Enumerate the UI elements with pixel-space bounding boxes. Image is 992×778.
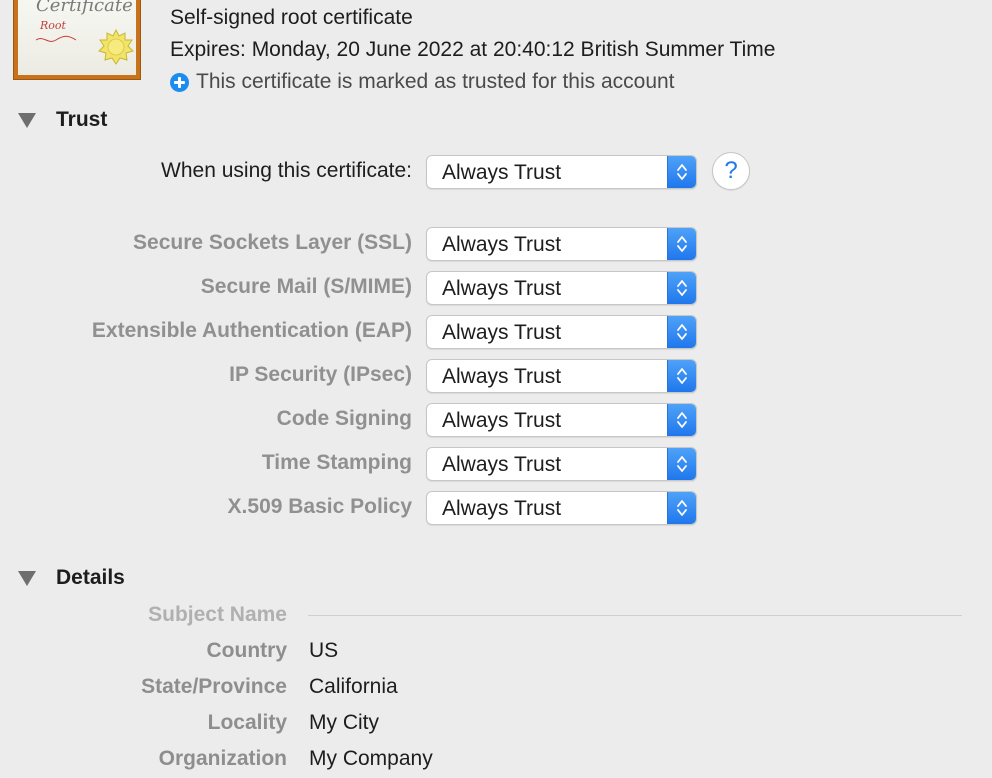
- code-signing-popup[interactable]: Always Trust: [426, 403, 697, 437]
- up-down-chevron-icon: [667, 228, 696, 260]
- certificate-title: Self-signed root certificate: [170, 6, 413, 29]
- up-down-chevron-icon: [667, 156, 696, 188]
- certificate-expiry: Expires: Monday, 20 June 2022 at 20:40:1…: [170, 38, 776, 61]
- up-down-chevron-icon: [667, 404, 696, 436]
- plus-circle-icon: [170, 72, 189, 92]
- subject-name-separator: [308, 615, 962, 616]
- popup-value: Always Trust: [442, 453, 562, 476]
- certificate-trust-panel: Certificate Root Self-signed root certif…: [0, 0, 992, 778]
- up-down-chevron-icon: [667, 316, 696, 348]
- eap-label: Extensible Authentication (EAP): [91, 319, 412, 342]
- smime-popup[interactable]: Always Trust: [426, 271, 697, 305]
- ssl-popup[interactable]: Always Trust: [426, 227, 697, 261]
- ssl-label: Secure Sockets Layer (SSL): [133, 231, 412, 254]
- ipsec-label: IP Security (IPsec): [229, 363, 412, 386]
- popup-value: Always Trust: [442, 321, 562, 344]
- x509-basic-policy-popup[interactable]: Always Trust: [426, 491, 697, 525]
- x509-basic-policy-label: X.509 Basic Policy: [227, 495, 412, 518]
- state-province-label: State/Province: [141, 675, 287, 698]
- up-down-chevron-icon: [667, 272, 696, 304]
- time-stamping-label: Time Stamping: [261, 451, 412, 474]
- disclosure-triangle-icon[interactable]: [18, 570, 36, 586]
- trusted-notice: This certificate is marked as trusted fo…: [170, 70, 675, 94]
- organization-label: Organization: [158, 747, 287, 770]
- disclosure-triangle-icon[interactable]: [18, 112, 36, 128]
- details-section-title: Details: [56, 566, 125, 589]
- organization-value: My Company: [309, 747, 433, 770]
- country-value: US: [309, 639, 339, 662]
- help-button[interactable]: ?: [712, 152, 750, 190]
- seal-icon: [98, 29, 134, 65]
- flourish-icon: [35, 35, 77, 42]
- country-label: Country: [206, 639, 288, 662]
- certificate-icon: Certificate Root: [13, 0, 141, 80]
- trust-section-title: Trust: [56, 108, 108, 131]
- state-province-value: California: [309, 675, 398, 698]
- up-down-chevron-icon: [667, 492, 696, 524]
- code-signing-label: Code Signing: [276, 407, 412, 430]
- locality-value: My City: [309, 711, 379, 734]
- popup-value: Always Trust: [442, 161, 562, 184]
- up-down-chevron-icon: [667, 448, 696, 480]
- eap-popup[interactable]: Always Trust: [426, 315, 697, 349]
- details-section-header[interactable]: Details: [18, 566, 125, 590]
- popup-value: Always Trust: [442, 497, 562, 520]
- subject-name-label: Subject Name: [148, 603, 287, 626]
- popup-value: Always Trust: [442, 277, 562, 300]
- certificate-root-text: Root: [40, 19, 66, 32]
- trusted-notice-text: This certificate is marked as trusted fo…: [196, 70, 675, 93]
- up-down-chevron-icon: [667, 360, 696, 392]
- ipsec-popup[interactable]: Always Trust: [426, 359, 697, 393]
- smime-label: Secure Mail (S/MIME): [200, 275, 412, 298]
- popup-value: Always Trust: [442, 233, 562, 256]
- when-using-label: When using this certificate:: [161, 159, 412, 182]
- popup-value: Always Trust: [442, 409, 562, 432]
- popup-value: Always Trust: [442, 365, 562, 388]
- trust-section-header[interactable]: Trust: [18, 108, 107, 132]
- locality-label: Locality: [207, 711, 287, 734]
- certificate-script-text: Certificate: [36, 0, 133, 16]
- when-using-popup[interactable]: Always Trust: [426, 155, 697, 189]
- time-stamping-popup[interactable]: Always Trust: [426, 447, 697, 481]
